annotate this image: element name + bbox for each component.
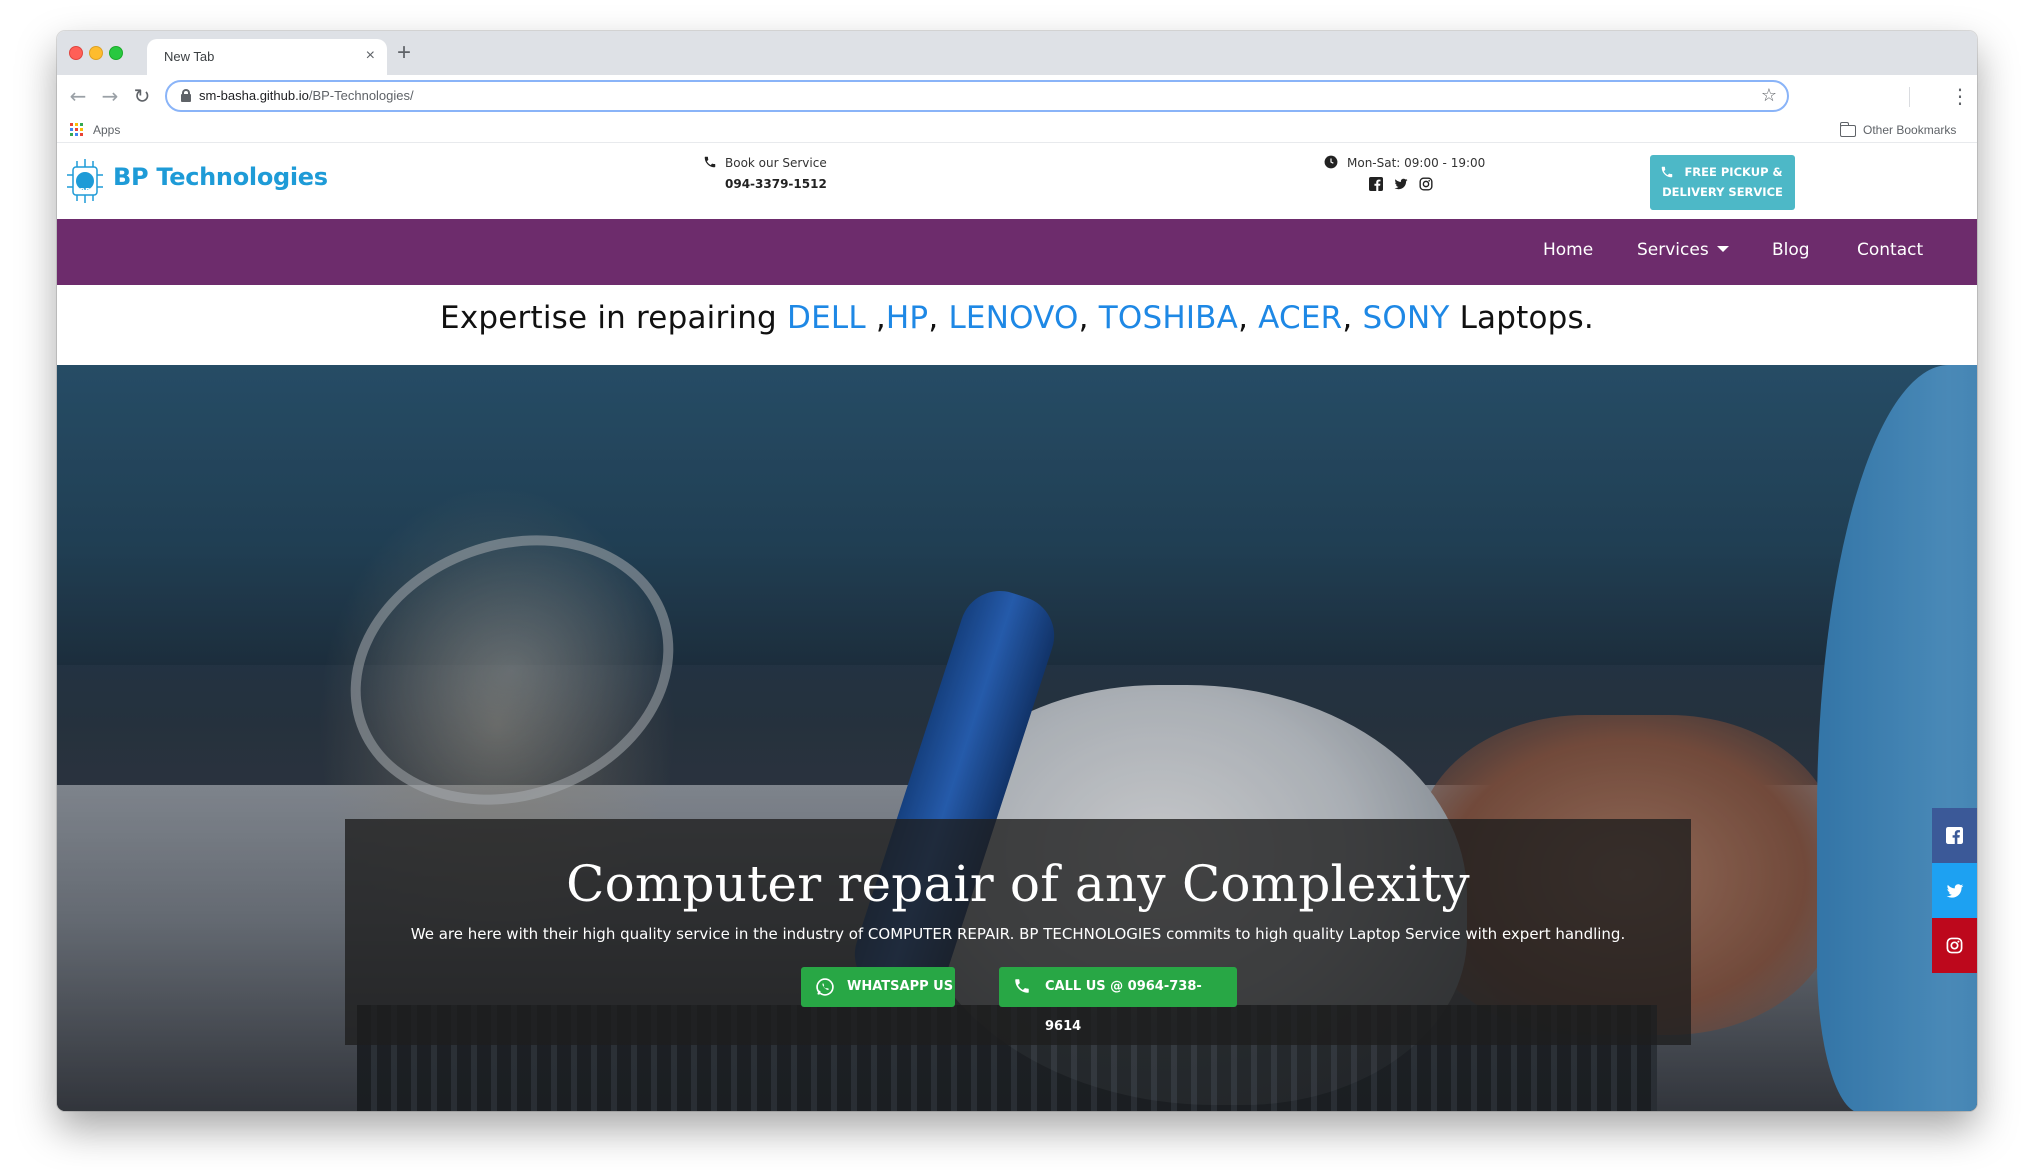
minimize-window-button[interactable]	[89, 46, 103, 60]
browser-tab[interactable]: New Tab ×	[147, 39, 387, 75]
nav-home[interactable]: Home	[1543, 240, 1593, 260]
tagline-brand-toshiba: TOSHIBA	[1098, 300, 1239, 336]
back-arrow-icon[interactable]: ←	[65, 83, 91, 109]
pickup-line-2: DELIVERY SERVICE	[1662, 185, 1783, 199]
main-navbar: Home Services Blog Contact	[57, 219, 1977, 285]
folder-icon	[1839, 122, 1856, 137]
nav-blog[interactable]: Blog	[1772, 240, 1810, 260]
reload-icon[interactable]: ↻	[129, 83, 155, 109]
close-window-button[interactable]	[69, 46, 83, 60]
browser-toolbar: ← → ↻ sm-basha.github.io/BP-Technologies…	[57, 75, 1977, 117]
book-service-label: Book our Service	[725, 156, 827, 170]
call-label: CALL US @ 0964-738-9614	[1045, 979, 1202, 1034]
tagline-brand-sony: SONY	[1362, 300, 1450, 336]
nav-services-label: Services	[1637, 240, 1709, 260]
url-text[interactable]: sm-basha.github.io/BP-Technologies/	[199, 88, 414, 103]
apps-icon[interactable]	[70, 123, 83, 136]
hero-title: Computer repair of any Complexity	[566, 855, 1470, 913]
browser-window: New Tab × + ← → ↻ sm-basha.github.io/BP-…	[57, 31, 1977, 1111]
tagline-brand-hp: HP	[885, 300, 929, 336]
logo-text: BP	[79, 187, 91, 195]
more-menu-icon[interactable]: ⋮	[1950, 83, 1970, 109]
tagline-brand-lenovo: LENOVO	[948, 300, 1079, 336]
maximize-window-button[interactable]	[109, 46, 123, 60]
nav-services[interactable]: Services	[1637, 240, 1729, 260]
tab-title: New Tab	[164, 49, 215, 64]
tagline-brand-acer: ACER	[1258, 300, 1343, 336]
tagline-brand-dell: DELL	[787, 300, 866, 336]
instagram-icon[interactable]	[1419, 177, 1433, 191]
twitter-icon	[1946, 884, 1964, 898]
site-header: BP BP Technologies Book our Service 094-…	[57, 143, 1977, 219]
new-tab-button[interactable]: +	[397, 40, 411, 66]
bookmarks-bar: Apps Other Bookmarks	[57, 117, 1977, 143]
instagram-icon	[1946, 937, 1963, 954]
other-bookmarks[interactable]: Other Bookmarks	[1863, 123, 1956, 137]
tagline-row: Expertise in repairing DELL ,HP, LENOVO,…	[57, 285, 1977, 365]
floating-facebook-button[interactable]	[1932, 808, 1977, 863]
facebook-icon[interactable]	[1369, 177, 1383, 191]
tagline-suffix: Laptops.	[1449, 300, 1594, 336]
forward-arrow-icon[interactable]: →	[97, 83, 123, 109]
phone-icon	[704, 156, 716, 168]
floating-instagram-button[interactable]	[1932, 918, 1977, 973]
chevron-down-icon	[1716, 246, 1729, 252]
floating-twitter-button[interactable]	[1932, 863, 1977, 918]
tab-close-icon[interactable]: ×	[366, 47, 375, 65]
call-button[interactable]: CALL US @ 0964-738-9614	[999, 967, 1237, 1034]
brand-name[interactable]: BP Technologies	[113, 163, 328, 191]
facebook-icon	[1946, 827, 1963, 844]
tab-strip: New Tab × +	[57, 31, 1977, 75]
whatsapp-button[interactable]: WHATSAPP US	[801, 967, 955, 1007]
nav-contact[interactable]: Contact	[1857, 240, 1923, 260]
hero-banner: Computer repair of any Complexity We are…	[57, 365, 1977, 1111]
address-bar[interactable]: sm-basha.github.io/BP-Technologies/ ☆	[165, 80, 1789, 112]
opening-hours: Mon-Sat: 09:00 - 19:00	[1347, 156, 1486, 170]
apps-label[interactable]: Apps	[93, 123, 120, 137]
phone-icon	[1015, 979, 1029, 993]
book-phone-number[interactable]: 094-3379-1512	[725, 177, 827, 191]
free-pickup-button[interactable]: FREE PICKUP & DELIVERY SERVICE	[1650, 155, 1795, 210]
lock-icon	[181, 89, 191, 102]
logo-chip-icon[interactable]	[65, 155, 105, 207]
page-viewport: BP BP Technologies Book our Service 094-…	[57, 143, 1977, 1111]
hero-caption-panel: Computer repair of any Complexity We are…	[345, 819, 1691, 1045]
hero-subtitle: We are here with their high quality serv…	[410, 925, 1626, 943]
tagline-prefix: Expertise in repairing	[440, 300, 787, 336]
phone-icon	[1661, 166, 1673, 178]
star-icon[interactable]: ☆	[1761, 85, 1777, 106]
whatsapp-icon	[816, 978, 834, 996]
whatsapp-label: WHATSAPP US	[847, 979, 954, 994]
tagline: Expertise in repairing DELL ,HP, LENOVO,…	[440, 300, 1594, 336]
clock-icon	[1324, 155, 1338, 169]
toolbar-divider	[1909, 87, 1910, 107]
twitter-icon[interactable]	[1394, 177, 1408, 191]
